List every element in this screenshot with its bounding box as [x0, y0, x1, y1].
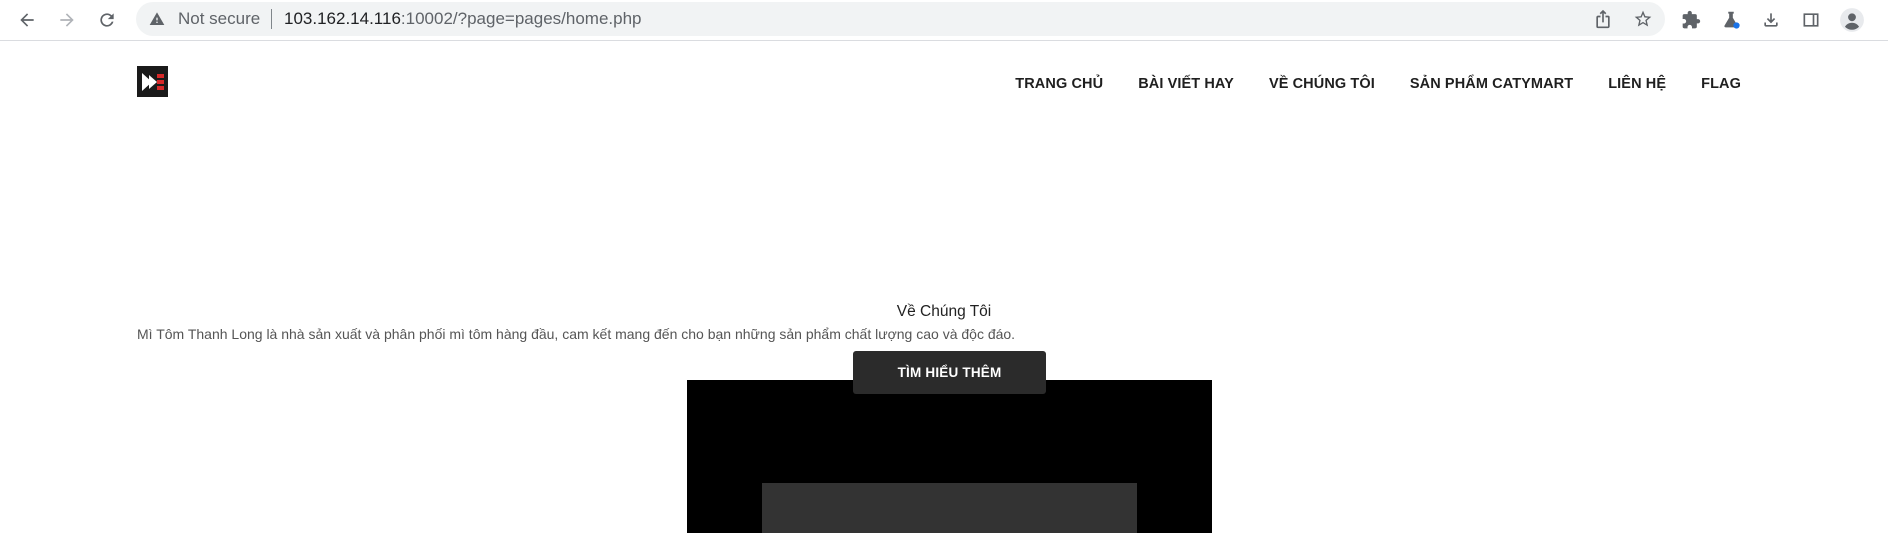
star-icon[interactable] [1631, 7, 1655, 31]
nav-item-home[interactable]: TRANG CHỦ [1015, 76, 1103, 92]
nav-item-about[interactable]: VỀ CHÚNG TÔI [1269, 76, 1375, 92]
profile-icon[interactable] [1836, 4, 1868, 36]
address-bar[interactable]: Not secure 103.162.14.116:10002/?page=pa… [136, 2, 1665, 36]
url-host: 103.162.14.116 [284, 9, 401, 28]
forward-button[interactable] [51, 4, 83, 36]
media-inner-panel [762, 483, 1137, 533]
url-path: :10002/?page=pages/home.php [400, 9, 642, 28]
forward-arrow-icon [60, 13, 74, 27]
site-logo[interactable] [137, 66, 168, 97]
reload-icon [100, 13, 114, 27]
flask-icon[interactable] [1715, 4, 1747, 36]
about-description: Mì Tôm Thanh Long là nhà sản xuất và phâ… [137, 326, 1016, 342]
back-button[interactable] [11, 4, 43, 36]
warning-triangle-icon[interactable] [148, 10, 166, 28]
nav-item-flag[interactable]: FLAG [1701, 76, 1741, 92]
learn-more-button[interactable]: TÌM HIỂU THÊM [853, 351, 1046, 394]
media-frame[interactable] [687, 380, 1212, 533]
address-separator [271, 9, 272, 29]
browser-toolbar: Not secure 103.162.14.116:10002/?page=pa… [0, 0, 1888, 41]
about-heading: Về Chúng Tôi [896, 303, 992, 320]
side-panel-icon[interactable] [1795, 4, 1827, 36]
logo-mark-icon [141, 72, 164, 91]
puzzle-icon[interactable] [1675, 4, 1707, 36]
security-label[interactable]: Not secure [178, 10, 260, 28]
nav-item-contact[interactable]: LIÊN HỆ [1608, 76, 1666, 92]
reload-button[interactable] [91, 4, 123, 36]
url-text[interactable]: 103.162.14.116:10002/?page=pages/home.ph… [284, 10, 642, 28]
download-icon[interactable] [1755, 4, 1787, 36]
back-arrow-icon [20, 13, 34, 27]
share-icon[interactable] [1591, 7, 1615, 31]
main-navigation: TRANG CHỦ BÀI VIẾT HAY VỀ CHÚNG TÔI SẢN … [1015, 76, 1741, 92]
nav-item-articles[interactable]: BÀI VIẾT HAY [1138, 76, 1234, 92]
nav-item-products[interactable]: SẢN PHẨM CATYMART [1410, 76, 1573, 92]
